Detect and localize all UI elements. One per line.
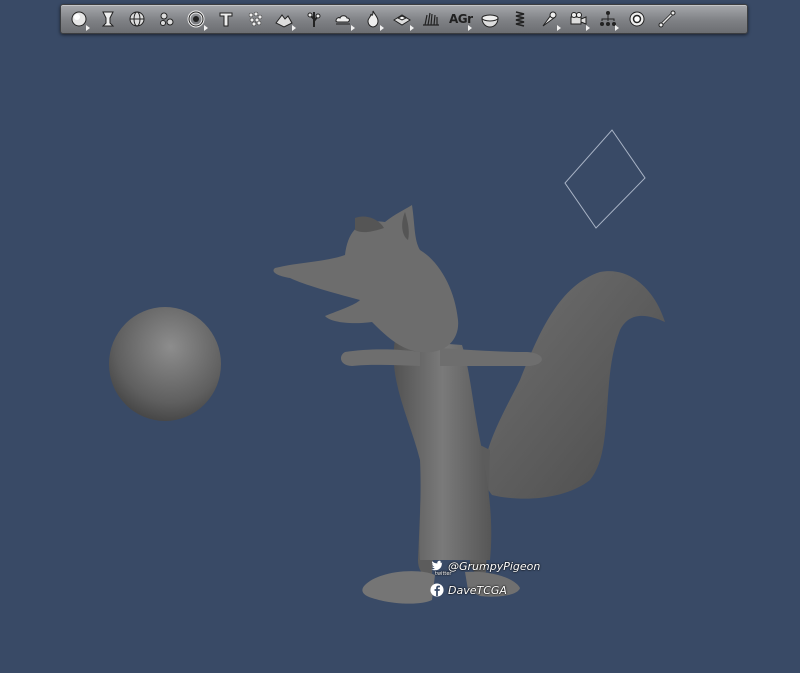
fire-tool-button[interactable] [358, 6, 387, 32]
menu-arrow-icon [615, 25, 620, 31]
menu-arrow-icon [556, 25, 561, 31]
blocks-tool-button[interactable] [387, 6, 416, 32]
light-tool-button[interactable] [534, 6, 563, 32]
facebook-name: DaveTCGA [448, 583, 507, 597]
ag-tool-button[interactable]: AGr [446, 6, 475, 32]
menu-arrow-icon [380, 25, 385, 31]
spring-icon [510, 9, 530, 29]
sphere-primitive-tool-button[interactable] [64, 6, 93, 32]
menu-arrow-icon [292, 25, 297, 31]
bone-tool-button[interactable] [652, 6, 681, 32]
dish-tool-button[interactable] [475, 6, 504, 32]
menu-arrow-icon [468, 25, 473, 31]
spring-tool-button[interactable] [505, 6, 534, 32]
plant-icon [304, 9, 324, 29]
camera-tool-button[interactable] [564, 6, 593, 32]
facebook-icon [430, 583, 444, 597]
menu-arrow-icon [203, 25, 208, 31]
bone-icon [657, 9, 677, 29]
text-tool-button[interactable] [211, 6, 240, 32]
menu-arrow-icon [409, 25, 414, 31]
null-tool-button[interactable] [593, 6, 622, 32]
globe-icon [127, 9, 147, 29]
cloud-tool-button[interactable] [329, 6, 358, 32]
target-tool-button[interactable] [622, 6, 651, 32]
metaball-icon [157, 9, 177, 29]
metaball-tool-button[interactable] [152, 6, 181, 32]
object-toolbar: AGr [60, 4, 748, 34]
twitter-caption: twitter [435, 571, 452, 577]
sphere-object[interactable] [109, 307, 221, 421]
twitter-handle: @GrumpyPigeon [448, 559, 541, 573]
menu-arrow-icon [350, 25, 355, 31]
plant-tool-button[interactable] [299, 6, 328, 32]
menu-arrow-icon [586, 25, 591, 31]
3d-viewport[interactable]: (function(){ var ns='http://www.w3.org/2… [0, 0, 800, 673]
ring-tool-button[interactable] [182, 6, 211, 32]
terrain-tool-button[interactable] [270, 6, 299, 32]
watermark: @GrumpyPigeon twitter DaveTCGA [430, 556, 560, 604]
dish-icon [480, 9, 500, 29]
target-icon [627, 9, 647, 29]
text-T-icon [216, 9, 236, 29]
particles-icon [245, 9, 265, 29]
particles-tool-button[interactable] [240, 6, 269, 32]
lathe-tool-button[interactable] [93, 6, 122, 32]
menu-arrow-icon [86, 25, 91, 31]
hair-icon [421, 9, 441, 29]
hair-tool-button[interactable] [417, 6, 446, 32]
globe-tool-button[interactable] [123, 6, 152, 32]
goblet-icon [98, 9, 118, 29]
agr-icon: AGr [448, 12, 473, 26]
